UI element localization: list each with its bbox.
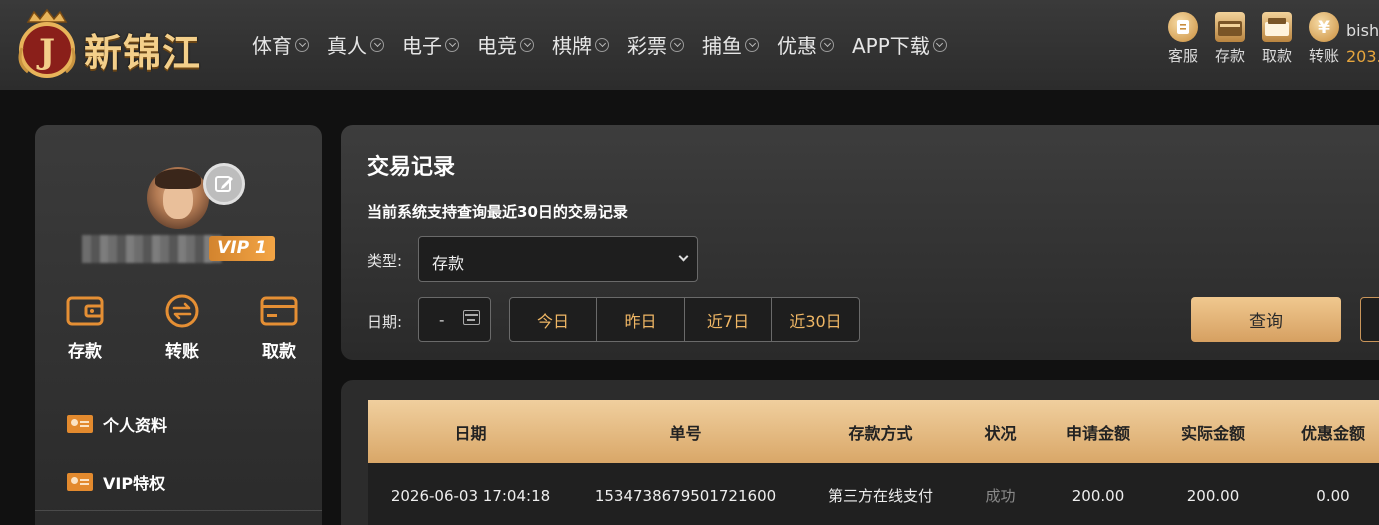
profile-card-icon [67,415,93,433]
chevron-down-icon [445,37,459,52]
quick-customer-service[interactable]: 客服 [1160,12,1206,66]
yesterday-button[interactable]: 昨日 [596,297,685,342]
table-header: 日期 单号 存款方式 状况 申请金额 实际金额 优惠金额 [368,400,1379,463]
date-range-picker[interactable]: - [418,297,491,342]
col-header-actual-amount[interactable]: 实际金额 [1158,400,1268,463]
table-row[interactable]: 2026-06-03 17:04:18 1534738679501721600 … [368,463,1379,525]
cell-order-no: 1534738679501721600 [594,486,777,505]
today-button[interactable]: 今日 [509,297,597,342]
last-30-days-button[interactable]: 近30日 [771,297,860,342]
cell-actual-amount: 200.00 [1186,486,1240,505]
calendar-icon [463,310,480,325]
balance-label: 203. [1346,47,1379,66]
nav-item-live[interactable]: 真人 [327,30,384,59]
page-title: 交易记录 [367,155,456,180]
sidebar-deposit-button[interactable]: 存款 [47,293,123,362]
chevron-down-icon [670,37,684,52]
col-header-status[interactable]: 状况 [963,400,1038,463]
nav-item-slots[interactable]: 电子 [402,30,459,59]
quick-transfer[interactable]: ¥ 转账 [1301,12,1347,66]
quick-date-buttons: 今日 昨日 近7日 近30日 [509,297,860,342]
avatar-hair [155,169,201,189]
sidebar-actions: 存款 转账 取款 [47,293,317,362]
type-select[interactable]: 存款 [418,236,698,282]
transfer-icon [165,294,199,328]
sidebar-menu: 个人资料 VIP特权 [67,395,167,511]
top-header: J 新锦江 体育 真人 电子 电竞 棋牌 彩票 捕鱼 优惠 APP下载 客服 存… [0,0,1379,90]
cell-status: 成功 [985,487,1016,505]
col-header-order-no[interactable]: 单号 [573,400,798,463]
nav-item-esports[interactable]: 电竞 [477,30,534,59]
customer-service-icon [1168,12,1198,42]
header-quick-actions: 客服 存款 取款 ¥ 转账 [1160,12,1348,66]
nav-item-cards[interactable]: 棋牌 [552,30,609,59]
cell-deposit-method: 第三方在线支付 [827,487,933,505]
col-header-requested-amount[interactable]: 申请金额 [1038,400,1158,463]
cell-date: 2026-06-03 17:04:18 [390,486,551,505]
chevron-down-icon [520,37,534,52]
chevron-down-icon [745,37,759,52]
quick-deposit[interactable]: 存款 [1207,12,1253,66]
sidebar-item-profile[interactable]: 个人资料 [67,395,167,453]
nav-item-sports[interactable]: 体育 [252,30,309,59]
cell-bonus-amount: 0.00 [1316,486,1350,505]
account-sidebar: VIP 1 存款 转账 取款 个人资料 VIP特权 [35,125,322,525]
chevron-down-icon [932,37,947,52]
sidebar-item-vip[interactable]: VIP特权 [67,453,167,511]
last-7-days-button[interactable]: 近7日 [684,297,772,342]
cell-requested-amount: 200.00 [1071,486,1125,505]
transaction-filter-panel: 交易记录 当前系统支持查询最近30日的交易记录 类型: 存款 日期: - 今日 … [341,125,1379,360]
col-header-bonus-amount[interactable]: 优惠金额 [1268,400,1379,463]
type-label: 类型: [367,252,403,270]
chevron-down-icon [295,37,309,52]
svg-text:J: J [36,32,55,72]
sidebar-transfer-button[interactable]: 转账 [144,293,220,362]
brand-name: 新锦江 [84,31,202,75]
date-label: 日期: [367,313,403,331]
edit-profile-button[interactable] [203,163,245,205]
quick-withdraw[interactable]: 取款 [1254,12,1300,66]
username-blurred [82,235,222,263]
crown-shield-logo-icon: J [18,8,76,78]
deposit-wallet-icon [1215,12,1245,42]
transaction-table-panel: 日期 单号 存款方式 状况 申请金额 实际金额 优惠金额 2026-06-03 … [341,380,1379,525]
main-nav: 体育 真人 电子 电竞 棋牌 彩票 捕鱼 优惠 APP下载 [252,30,965,59]
col-header-deposit-method[interactable]: 存款方式 [798,400,963,463]
avatar[interactable] [147,167,209,229]
date-value: - [439,311,445,329]
type-select-value: 存款 [432,254,465,273]
chevron-down-icon [595,37,609,52]
sidebar-divider [35,510,322,511]
nav-item-app-download[interactable]: APP下载 [852,30,947,59]
sidebar-withdraw-button[interactable]: 取款 [241,293,317,362]
svg-text:¥: ¥ [1318,18,1330,38]
chevron-down-icon [820,37,834,52]
chevron-down-icon [678,251,689,262]
vip-card-icon [67,473,93,491]
withdraw-icon [1262,12,1292,42]
nav-item-promotions[interactable]: 优惠 [777,30,834,59]
transfer-icon: ¥ [1309,12,1339,42]
brand-logo[interactable]: J 新锦江 [14,6,224,84]
edit-icon [215,176,233,192]
wallet-icon [66,296,104,326]
col-header-date[interactable]: 日期 [368,400,573,463]
records-note: 当前系统支持查询最近30日的交易记录 [367,203,628,221]
query-button[interactable]: 查询 [1191,297,1341,342]
chevron-down-icon [370,37,384,52]
nav-item-lottery[interactable]: 彩票 [627,30,684,59]
user-mini-info[interactable]: bishu 203. [1346,18,1379,70]
card-icon [260,296,298,326]
username-label: bishu [1346,21,1379,40]
reset-button[interactable] [1360,297,1379,342]
vip-level-badge[interactable]: VIP 1 [209,236,275,261]
nav-item-fishing[interactable]: 捕鱼 [702,30,759,59]
